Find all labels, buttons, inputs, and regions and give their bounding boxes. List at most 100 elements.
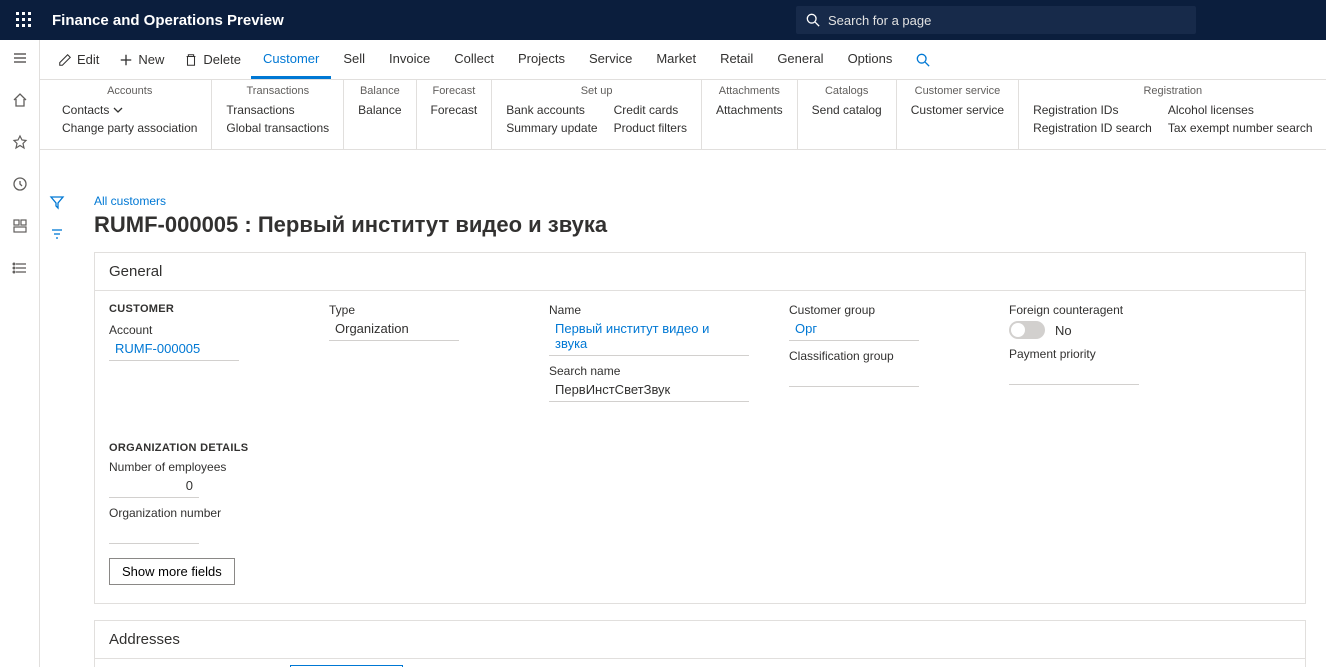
grid-icon xyxy=(12,218,28,234)
ribbon: Accounts Contacts Change party association… xyxy=(0,80,1326,150)
tab-retail[interactable]: Retail xyxy=(708,40,765,79)
ribbon-group-title: Catalogs xyxy=(812,85,882,97)
search-icon xyxy=(806,13,820,27)
ribbon-link-balance[interactable]: Balance xyxy=(358,103,401,117)
num-employees-label: Number of employees xyxy=(109,460,289,474)
type-label: Type xyxy=(329,303,509,317)
waffle-icon xyxy=(16,12,32,28)
ribbon-group-title: Balance xyxy=(358,85,401,97)
delete-label: Delete xyxy=(203,52,241,67)
ribbon-link-summary-update[interactable]: Summary update xyxy=(506,121,597,135)
payment-priority-label: Payment priority xyxy=(1009,347,1189,361)
star-icon xyxy=(12,134,28,150)
ribbon-link-bank-accounts[interactable]: Bank accounts xyxy=(506,103,597,117)
foreign-counteragent-label: Foreign counteragent xyxy=(1009,303,1189,317)
ribbon-link-product-filters[interactable]: Product filters xyxy=(614,121,687,135)
edit-label: Edit xyxy=(77,52,99,67)
global-search-input[interactable] xyxy=(828,13,1186,28)
list-icon xyxy=(12,260,28,276)
workspaces-button[interactable] xyxy=(4,214,36,238)
favorites-button[interactable] xyxy=(4,130,36,154)
tab-collect[interactable]: Collect xyxy=(442,40,506,79)
ribbon-group-accounts: Accounts Contacts Change party association xyxy=(48,80,212,149)
content-side-tools xyxy=(40,180,74,667)
tab-customer[interactable]: Customer xyxy=(251,40,331,79)
ribbon-group-title: Forecast xyxy=(431,85,478,97)
tab-general[interactable]: General xyxy=(765,40,835,79)
customer-group-value[interactable]: Орг xyxy=(789,317,919,341)
new-button[interactable]: New xyxy=(109,40,174,79)
addresses-section: Addresses Add Edit Map xyxy=(94,620,1306,667)
account-value[interactable]: RUMF-000005 xyxy=(109,337,239,361)
ribbon-link-registration-ids[interactable]: Registration IDs xyxy=(1033,103,1152,117)
pencil-icon xyxy=(58,53,72,67)
ribbon-link-registration-id-search[interactable]: Registration ID search xyxy=(1033,121,1152,135)
ribbon-link-change-party-association[interactable]: Change party association xyxy=(62,121,197,135)
ribbon-group-customer-service: Customer service Customer service xyxy=(897,80,1019,149)
org-number-label: Organization number xyxy=(109,506,289,520)
type-value[interactable]: Organization xyxy=(329,317,459,341)
ribbon-group-transactions: Transactions Transactions Global transacti… xyxy=(212,80,344,149)
app-title: Finance and Operations Preview xyxy=(52,12,284,29)
modules-button[interactable] xyxy=(4,256,36,280)
action-search-button[interactable] xyxy=(904,40,942,79)
command-bar: Edit New Delete CustomerSellInvoiceColle… xyxy=(0,40,1326,80)
hamburger-button[interactable] xyxy=(4,46,36,70)
edit-button[interactable]: Edit xyxy=(48,40,109,79)
filter-icon[interactable] xyxy=(49,194,65,210)
waffle-button[interactable] xyxy=(0,0,48,40)
account-label: Account xyxy=(109,323,289,337)
ribbon-group-attachments: Attachments Attachments xyxy=(702,80,798,149)
payment-priority-value[interactable] xyxy=(1009,361,1139,385)
org-details-title: ORGANIZATION DETAILS xyxy=(109,442,289,454)
ribbon-link-contacts[interactable]: Contacts xyxy=(62,103,197,117)
recent-button[interactable] xyxy=(4,172,36,196)
tab-market[interactable]: Market xyxy=(644,40,708,79)
tab-invoice[interactable]: Invoice xyxy=(377,40,442,79)
foreign-counteragent-toggle[interactable] xyxy=(1009,321,1045,339)
ribbon-group-title: Attachments xyxy=(716,85,783,97)
ribbon-link-global-transactions[interactable]: Global transactions xyxy=(226,121,329,135)
ribbon-group-registration: RegistrationRegistration IDsRegistration… xyxy=(1019,80,1326,149)
org-number-value[interactable] xyxy=(109,520,199,544)
num-employees-value[interactable]: 0 xyxy=(109,474,199,498)
clock-icon xyxy=(12,176,28,192)
ribbon-group-title: Set up xyxy=(506,85,687,97)
ribbon-group-forecast: Forecast Forecast xyxy=(417,80,493,149)
ribbon-group-title: Customer service xyxy=(911,85,1004,97)
ribbon-link-credit-cards[interactable]: Credit cards xyxy=(614,103,687,117)
name-label: Name xyxy=(549,303,749,317)
ribbon-link-send-catalog[interactable]: Send catalog xyxy=(812,103,882,117)
addresses-header[interactable]: Addresses xyxy=(95,621,1305,659)
delete-button[interactable]: Delete xyxy=(174,40,251,79)
search-icon xyxy=(916,53,930,67)
name-value[interactable]: Первый институт видео и звука xyxy=(549,317,749,356)
tab-sell[interactable]: Sell xyxy=(331,40,377,79)
show-more-fields-button[interactable]: Show more fields xyxy=(109,558,235,585)
ribbon-group-set-up: Set up Bank accounts Summary update Credit … xyxy=(492,80,702,149)
global-search[interactable] xyxy=(796,6,1196,34)
ribbon-link-customer-service[interactable]: Customer service xyxy=(911,103,1004,117)
home-button[interactable] xyxy=(4,88,36,112)
tab-projects[interactable]: Projects xyxy=(506,40,577,79)
tab-options[interactable]: Options xyxy=(836,40,905,79)
ribbon-link-attachments[interactable]: Attachments xyxy=(716,103,783,117)
breadcrumb-link[interactable]: All customers xyxy=(94,194,1306,208)
classification-group-label: Classification group xyxy=(789,349,969,363)
customer-group-title: CUSTOMER xyxy=(109,303,289,315)
general-header[interactable]: General xyxy=(95,253,1305,291)
ribbon-link-alcohol-licenses[interactable]: Alcohol licenses xyxy=(1168,103,1313,117)
ribbon-group-title: Transactions xyxy=(226,85,329,97)
new-label: New xyxy=(138,52,164,67)
ribbon-group-title: Accounts xyxy=(62,85,197,97)
chevron-down-icon xyxy=(113,105,123,115)
ribbon-group-balance: Balance Balance xyxy=(344,80,416,149)
classification-group-value[interactable] xyxy=(789,363,919,387)
ribbon-link-tax-exempt-number-search[interactable]: Tax exempt number search xyxy=(1168,121,1313,135)
search-name-value[interactable]: ПервИнстСветЗвук xyxy=(549,378,749,402)
ribbon-link-transactions[interactable]: Transactions xyxy=(226,103,329,117)
customer-group-label: Customer group xyxy=(789,303,969,317)
related-info-icon[interactable] xyxy=(49,226,65,242)
ribbon-link-forecast[interactable]: Forecast xyxy=(431,103,478,117)
tab-service[interactable]: Service xyxy=(577,40,644,79)
